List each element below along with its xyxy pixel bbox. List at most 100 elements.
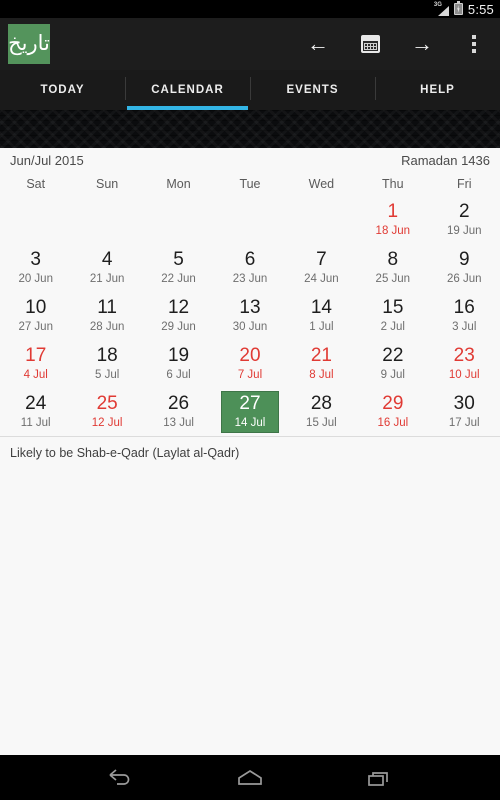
calendar-week-row: 3 20 Jun 4 21 Jun 5 22 Jun 6 23 Jun 7 24 Jun 8 25 J… — [0, 244, 500, 292]
calendar-icon — [360, 35, 380, 53]
gregorian-day-label: 22 Jun — [161, 273, 196, 286]
hijri-month-label: Ramadan 1436 — [401, 152, 490, 168]
home-icon — [238, 769, 262, 785]
weekday-header-tue: Tue — [239, 177, 261, 191]
hijri-day-number: 22 — [382, 345, 404, 367]
gregorian-day-label: 3 Jul — [452, 321, 477, 334]
hijri-day-number: 19 — [167, 345, 190, 367]
hijri-day-number: 15 — [382, 297, 404, 319]
calendar-cell[interactable]: 4 21 Jun — [71, 244, 142, 292]
action-bar: تاریخ ← → — [0, 18, 500, 70]
gregorian-day-label: 14 Jul — [234, 417, 266, 430]
tab-calendar-label: CALENDAR — [151, 84, 224, 96]
next-month-button[interactable]: → — [396, 18, 448, 70]
tab-calendar[interactable]: CALENDAR — [125, 70, 250, 110]
recents-button[interactable] — [357, 761, 403, 795]
hijri-day-number: 5 — [173, 249, 184, 271]
gregorian-day-label: 15 Jul — [306, 417, 337, 430]
calendar-cell[interactable]: 30 17 Jul — [429, 388, 500, 436]
calendar-cell[interactable]: 3 20 Jun — [0, 244, 71, 292]
hijri-day-number: 2 — [458, 201, 470, 223]
calendar-cell[interactable]: 21 8 Jul — [286, 340, 357, 388]
arrow-left-icon: ← — [307, 31, 329, 56]
hijri-day-number: 3 — [30, 249, 41, 271]
gregorian-day-label: 17 Jul — [448, 417, 480, 430]
previous-month-button[interactable]: ← — [292, 18, 344, 70]
gregorian-day-label: 20 Jun — [18, 273, 53, 286]
gregorian-day-label: 9 Jul — [380, 369, 405, 382]
home-button[interactable] — [227, 761, 273, 795]
calendar-cell[interactable]: 6 23 Jun — [214, 244, 285, 292]
calendar-cell[interactable]: 10 27 Jun — [0, 292, 71, 340]
calendar-cell[interactable]: 19 6 Jul — [143, 340, 214, 388]
gregorian-day-label: 4 Jul — [23, 369, 48, 382]
calendar-cell[interactable]: 16 3 Jul — [429, 292, 500, 340]
gregorian-day-label: 26 Jun — [446, 273, 482, 286]
hijri-day-number: 17 — [25, 345, 47, 367]
calendar-cell[interactable]: 7 24 Jun — [286, 244, 357, 292]
calendar-week-row: 1 18 Jun 2 19 Jun — [0, 196, 500, 244]
calendar-cell[interactable]: 22 9 Jul — [357, 340, 428, 388]
calendar-cell[interactable]: 11 28 Jun — [71, 292, 142, 340]
calendar-note: Likely to be Shab-e-Qadr (Laylat al-Qadr… — [0, 436, 500, 460]
signal-bars-icon: 3G — [434, 2, 449, 16]
calendar-cell[interactable]: 1 18 Jun — [357, 196, 428, 244]
gregorian-day-label: 18 Jun — [375, 225, 411, 238]
calendar-cell[interactable]: 26 13 Jul — [143, 388, 214, 436]
hijri-day-number: 1 — [387, 201, 399, 223]
calendar-cell[interactable]: 25 12 Jul — [71, 388, 142, 436]
status-bar-clock: 5:55 — [467, 1, 494, 17]
calendar-cell[interactable]: 29 16 Jul — [357, 388, 428, 436]
hijri-day-number: 30 — [453, 393, 475, 415]
overflow-menu-button[interactable] — [448, 18, 500, 70]
hijri-day-number: 24 — [25, 393, 47, 415]
calendar-week-row: 10 27 Jun 11 28 Jun 12 29 Jun 13 30 Jun 14 1 Jul 1… — [0, 292, 500, 340]
battery-bolt-shape — [457, 5, 460, 13]
tab-bar: TODAY CALENDAR EVENTS HELP — [0, 70, 500, 110]
calendar-cell[interactable]: 23 10 Jul — [429, 340, 500, 388]
gregorian-day-label: 19 Jun — [446, 225, 482, 238]
gregorian-day-label: 10 Jul — [448, 369, 480, 382]
calendar-sheet: Jun/Jul 2015 Ramadan 1436 Sat Sun Mon Tu… — [0, 148, 500, 800]
tab-today[interactable]: TODAY — [0, 70, 125, 110]
weekday-header-thu: Thu — [382, 177, 404, 191]
calendar-cell[interactable]: 15 2 Jul — [357, 292, 428, 340]
app-logo[interactable]: تاریخ — [8, 24, 50, 64]
calendar-cell[interactable]: 2 19 Jun — [429, 196, 500, 244]
calendar-cell[interactable]: 13 30 Jun — [214, 292, 285, 340]
calendar-cell[interactable]: 8 25 Jun — [357, 244, 428, 292]
arrow-right-icon: → — [411, 31, 433, 56]
tab-help[interactable]: HELP — [375, 70, 500, 110]
back-button[interactable] — [97, 761, 143, 795]
hijri-day-number: 8 — [387, 249, 399, 271]
calendar-cell[interactable]: 12 29 Jun — [143, 292, 214, 340]
calendar-grid: 1 18 Jun 2 19 Jun 3 20 Jun 4 21 Jun 5 22 Jun 6 23 J… — [0, 196, 500, 436]
month-view-button[interactable] — [344, 18, 396, 70]
battery-charging-icon — [453, 1, 463, 15]
hijri-day-number: 25 — [96, 393, 118, 415]
calendar-cell[interactable]: 14 1 Jul — [286, 292, 357, 340]
calendar-cell[interactable]: 17 4 Jul — [0, 340, 71, 388]
gregorian-day-label: 27 Jun — [18, 321, 53, 334]
gregorian-day-label: 25 Jun — [375, 273, 411, 286]
calendar-cell[interactable]: 9 26 Jun — [429, 244, 500, 292]
gregorian-range-label: Jun/Jul 2015 — [10, 152, 84, 168]
calendar-cell[interactable]: 18 5 Jul — [71, 340, 142, 388]
hijri-day-number: 21 — [310, 345, 332, 367]
signal-bars-shape — [437, 5, 449, 16]
calendar-cell[interactable]: 20 7 Jul — [214, 340, 285, 388]
calendar-month-header: Jun/Jul 2015 Ramadan 1436 — [0, 148, 500, 172]
android-nav-bar — [0, 755, 500, 800]
gregorian-day-label: 2 Jul — [380, 321, 405, 334]
gregorian-day-label: 16 Jul — [377, 417, 409, 430]
hijri-day-number: 10 — [25, 297, 47, 319]
tab-events[interactable]: EVENTS — [250, 70, 375, 110]
hijri-day-number: 18 — [96, 345, 118, 367]
weekday-header-sat: Sat — [26, 177, 46, 191]
calendar-cell[interactable]: 5 22 Jun — [143, 244, 214, 292]
overflow-dots-icon — [472, 35, 476, 53]
calendar-cell-selected[interactable]: 27 14 Jul — [214, 388, 285, 436]
calendar-cell[interactable]: 28 15 Jul — [286, 388, 357, 436]
hijri-day-number: 16 — [453, 297, 475, 319]
calendar-cell[interactable]: 24 11 Jul — [0, 388, 71, 436]
